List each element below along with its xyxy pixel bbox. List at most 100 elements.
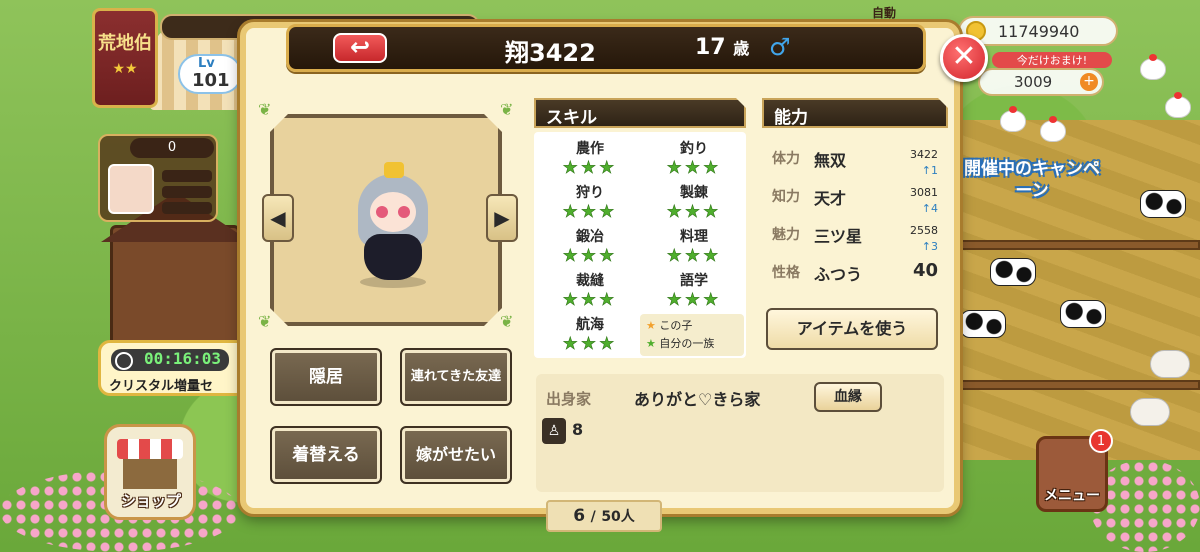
dress-icon: ♙ <box>542 418 566 444</box>
skill-stars-icon: ★★★ <box>562 290 618 311</box>
friend-panel[interactable]: 0 <box>98 134 218 222</box>
origin-panel: 出身家 ありがと♡きら家 血縁 ♙ 8 <box>536 374 944 492</box>
retire-button[interactable]: 隠居 <box>270 348 382 406</box>
shop-awning-icon <box>117 439 183 459</box>
stat-row: 体力 無双 3422 ↑1 <box>772 148 944 186</box>
skill-item: 語学 ★★★ <box>644 270 744 310</box>
stat-value: ふつう <box>814 265 863 284</box>
stat-row: 知力 天才 3081 ↑4 <box>772 186 944 224</box>
next-character-icon[interactable]: ▶ <box>486 194 518 242</box>
crystal-value: 3009 <box>1014 73 1053 91</box>
own-star-icon: ★ <box>646 319 656 332</box>
family-star-icon: ★ <box>646 337 656 350</box>
crown-icon <box>384 162 404 178</box>
brought-friend-button[interactable]: 連れてきた友達 <box>400 348 512 406</box>
timer-value: 00:16:03 <box>111 349 229 371</box>
friend-bar <box>162 186 212 198</box>
menu-label: メニュー <box>1044 488 1100 504</box>
coin-value: 11749940 <box>998 22 1080 41</box>
level-badge: Lv 101 <box>178 54 242 94</box>
skill-item: 航海 ★★★ <box>540 314 640 354</box>
skill-stars-icon: ★★★ <box>562 158 618 179</box>
crystal-counter[interactable]: 3009 + <box>978 68 1104 96</box>
skill-item: 製錬 ★★★ <box>644 182 744 222</box>
leaf-icon: ❦ <box>500 100 514 119</box>
stat-number: 3081 <box>910 186 938 199</box>
crystal-sale-timer[interactable]: 00:16:03 クリスタル増量セ <box>98 340 248 396</box>
skill-item: 料理 ★★★ <box>644 226 744 266</box>
cow <box>1060 300 1106 328</box>
rank-stars-icon: ★★ <box>112 61 138 77</box>
leaf-icon: ❦ <box>258 312 272 331</box>
sheep <box>1150 350 1190 378</box>
rank-banner[interactable]: 荒地伯 ★★ <box>92 8 158 108</box>
skill-legend: ★ この子 ★ 自分の一族 <box>640 314 744 356</box>
skill-item: 農作 ★★★ <box>540 138 640 178</box>
undo-arrow-icon[interactable]: ↩ <box>333 33 387 63</box>
chicken <box>1140 54 1166 80</box>
chicken <box>1000 106 1026 132</box>
skill-item: 鍛冶 ★★★ <box>540 226 640 266</box>
stat-number: 40 <box>912 260 938 281</box>
skills-header: スキル <box>534 98 746 128</box>
skills-panel: ★ この子 ★ 自分の一族 農作 ★★★ 釣り ★★★ 狩り ★★★ 製錬 ★★★ 鍛冶 ★★★ 料… <box>534 132 746 358</box>
cow <box>990 258 1036 286</box>
pager-separator: / <box>590 509 596 525</box>
stat-number: 3422 <box>910 148 938 161</box>
character-detail-dialog: ↩ 翔3422 17 歳 ♂ ✕ ❦ ❦ ❦ ❦ ◀ ▶ 隠居 連れてきた友達 … <box>240 22 988 532</box>
add-crystal-icon[interactable]: + <box>1080 73 1098 91</box>
character-sprite <box>350 156 436 286</box>
shop-icon <box>123 459 177 489</box>
stat-label: 知力 <box>772 189 800 205</box>
male-icon: ♂ <box>769 33 791 61</box>
skill-stars-icon: ★★★ <box>562 334 618 355</box>
skill-name: 狩り <box>576 185 604 201</box>
character-pager: 6 / 50人 <box>546 500 662 532</box>
pager-current: 6 <box>573 506 586 526</box>
skill-name: 裁縫 <box>576 273 604 289</box>
skill-name: 航海 <box>576 317 604 333</box>
lineage-button[interactable]: 血縁 <box>814 382 882 412</box>
friend-bar <box>162 170 212 182</box>
friend-count: 0 <box>130 138 214 158</box>
chicken <box>1040 116 1066 142</box>
stat-label: 体力 <box>772 151 800 167</box>
skill-stars-icon: ★★★ <box>666 290 722 311</box>
dress-count: 8 <box>572 420 584 439</box>
skill-stars-icon: ★★★ <box>666 246 722 267</box>
stat-value: 三ツ星 <box>814 227 863 246</box>
use-item-button[interactable]: アイテムを使う <box>766 308 938 350</box>
character-name: 翔3422 <box>505 39 596 67</box>
cow <box>1140 190 1186 218</box>
skill-item: 狩り ★★★ <box>540 182 640 222</box>
character-portrait <box>270 114 502 326</box>
menu-button[interactable]: 1 メニュー <box>1036 429 1113 512</box>
close-icon[interactable]: ✕ <box>940 34 988 82</box>
shop-button[interactable]: ショップ <box>104 424 196 520</box>
stat-label: 魅力 <box>772 227 800 243</box>
skill-item: 裁縫 ★★★ <box>540 270 640 310</box>
skill-stars-icon: ★★★ <box>666 202 722 223</box>
leaf-icon: ❦ <box>500 312 514 331</box>
pager-total: 50人 <box>601 509 635 525</box>
skill-name: 鍛冶 <box>576 229 604 245</box>
shop-label: ショップ <box>120 492 181 510</box>
stats-header: 能力 <box>762 98 948 128</box>
skill-name: 釣り <box>680 141 708 157</box>
leaf-icon: ❦ <box>258 100 272 119</box>
skill-stars-icon: ★★★ <box>562 246 618 267</box>
change-clothes-button[interactable]: 着替える <box>270 426 382 484</box>
rank-title: 荒地伯 <box>98 33 152 54</box>
chicken <box>1165 92 1191 118</box>
skill-name: 農作 <box>576 141 604 157</box>
campaign-banner[interactable]: 開催中のキャンペーン <box>962 158 1102 208</box>
timer-label: クリスタル増量セ <box>109 379 214 394</box>
level-value: 101 <box>192 70 230 91</box>
fence <box>960 240 1200 250</box>
level-label: Lv <box>198 56 215 71</box>
stat-increase: ↑1 <box>921 164 938 177</box>
origin-label: 出身家 <box>546 390 592 408</box>
previous-character-icon[interactable]: ◀ <box>262 194 294 242</box>
marry-off-button[interactable]: 嫁がせたい <box>400 426 512 484</box>
fence <box>960 380 1200 390</box>
